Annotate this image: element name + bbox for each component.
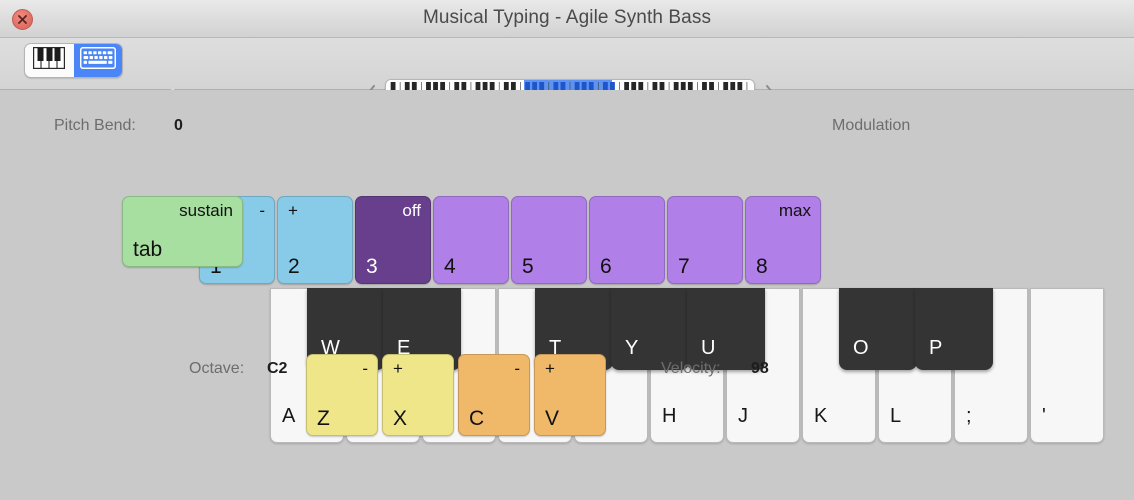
modulation-level-7-key[interactable]: 7 [667, 196, 743, 284]
velocity-up-key-hint: + [545, 359, 555, 378]
typing-mode-button[interactable] [73, 44, 122, 77]
modulation-max-key-hint: max [778, 201, 811, 220]
piano-icon [33, 46, 66, 74]
piano-white-key-label: A [282, 405, 296, 427]
piano-mode-button[interactable] [25, 44, 74, 77]
piano-white-key-label: ; [966, 405, 972, 427]
modulation-level-6-key[interactable]: 6 [589, 196, 665, 284]
velocity-label: Velocity: [661, 360, 721, 377]
piano-black-key-label: Y [625, 337, 639, 359]
velocity-up-key-label: V [545, 407, 560, 430]
modulation-max-key-label: 8 [756, 255, 768, 278]
modulation-off-key-hint: off [402, 201, 421, 220]
velocity-down-key-hint: - [514, 359, 520, 378]
modulation-level-4-key-label: 4 [444, 255, 456, 278]
pitch-bend-up-key-label: 2 [288, 255, 300, 278]
modulation-max-key[interactable]: max 8 [745, 196, 821, 284]
modulation-off-key-label: 3 [366, 255, 378, 278]
octave-label: Octave: [189, 360, 245, 377]
musical-typing-panel: Pitch Bend: 0 Modulation -1+2off34567max… [0, 90, 1134, 500]
keyboard-icon [79, 46, 116, 74]
piano-black-key-5[interactable]: U [687, 288, 765, 370]
modulation-level-4-key[interactable]: 4 [433, 196, 509, 284]
pitch-bend-up-key[interactable]: +2 [277, 196, 353, 284]
piano-white-key-label: L [890, 405, 902, 427]
octave-value: C2 [267, 360, 288, 377]
piano-white-key-label: K [814, 405, 828, 427]
piano-black-key-7[interactable]: P [915, 288, 993, 370]
piano-black-key-4[interactable]: Y [611, 288, 689, 370]
velocity-up-key[interactable]: + V [534, 354, 606, 436]
piano-white-key-11[interactable]: ' [1030, 288, 1104, 443]
modulation-label: Modulation [832, 117, 911, 134]
pitch-bend-label: Pitch Bend: [54, 117, 136, 134]
piano-black-key-label: P [929, 337, 943, 359]
sustain-key-label: tab [133, 238, 163, 261]
sustain-key[interactable]: sustain tab [122, 196, 243, 267]
toolbar [0, 38, 1134, 117]
title-bar: Musical Typing - Agile Synth Bass [0, 0, 1134, 38]
octave-up-key[interactable]: + X [382, 354, 454, 436]
piano-white-key-label: J [738, 405, 748, 427]
musical-typing-window: Musical Typing - Agile Synth Bass Pitch … [0, 0, 1134, 500]
window-title: Musical Typing - Agile Synth Bass [422, 7, 712, 28]
modulation-level-7-key-label: 7 [678, 255, 690, 278]
piano-black-key-label: U [701, 337, 716, 359]
piano-black-key-label: O [853, 337, 869, 359]
sustain-key-hint: sustain [179, 201, 233, 220]
velocity-value: 98 [751, 360, 769, 377]
piano-black-key-6[interactable]: O [839, 288, 917, 370]
octave-up-key-label: X [393, 407, 408, 430]
octave-down-key-hint: - [362, 359, 368, 378]
modulation-off-key[interactable]: off 3 [355, 196, 431, 284]
velocity-down-key[interactable]: -C [458, 354, 530, 436]
velocity-down-key-label: C [469, 407, 485, 430]
pitch-bend-down-key-hint: - [259, 201, 265, 220]
modulation-level-5-key[interactable]: 5 [511, 196, 587, 284]
modulation-level-5-key-label: 5 [522, 255, 534, 278]
octave-down-key-label: Z [317, 407, 330, 430]
octave-down-key[interactable]: -Z [306, 354, 378, 436]
pitch-bend-value: 0 [174, 117, 183, 134]
piano-white-key-label: H [662, 405, 677, 427]
modulation-level-6-key-label: 6 [600, 255, 612, 278]
input-mode-segmented-control[interactable] [24, 43, 123, 78]
piano-white-key-label: ' [1042, 405, 1046, 427]
pitch-bend-up-key-hint: + [288, 201, 298, 220]
octave-up-key-hint: + [393, 359, 403, 378]
